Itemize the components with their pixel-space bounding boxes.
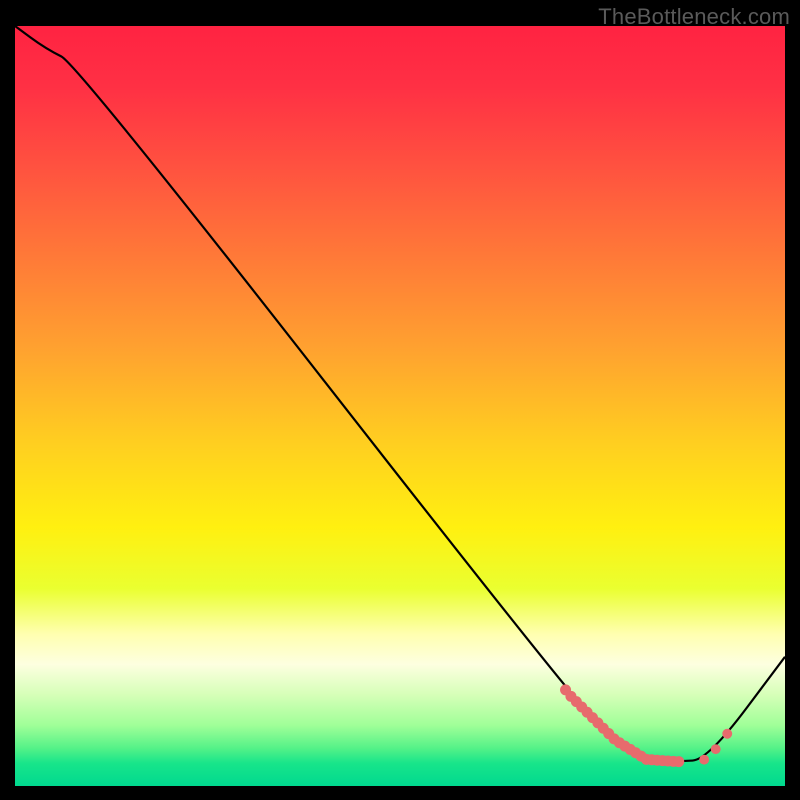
plot-area: [15, 26, 785, 786]
chart-svg: [15, 26, 785, 786]
gradient-background: [15, 26, 785, 786]
watermark-text: TheBottleneck.com: [598, 4, 790, 30]
optimal-marker: [699, 755, 709, 765]
chart-frame: TheBottleneck.com: [0, 0, 800, 800]
optimal-marker: [673, 756, 684, 767]
optimal-marker: [711, 744, 721, 754]
optimal-marker: [722, 729, 732, 739]
